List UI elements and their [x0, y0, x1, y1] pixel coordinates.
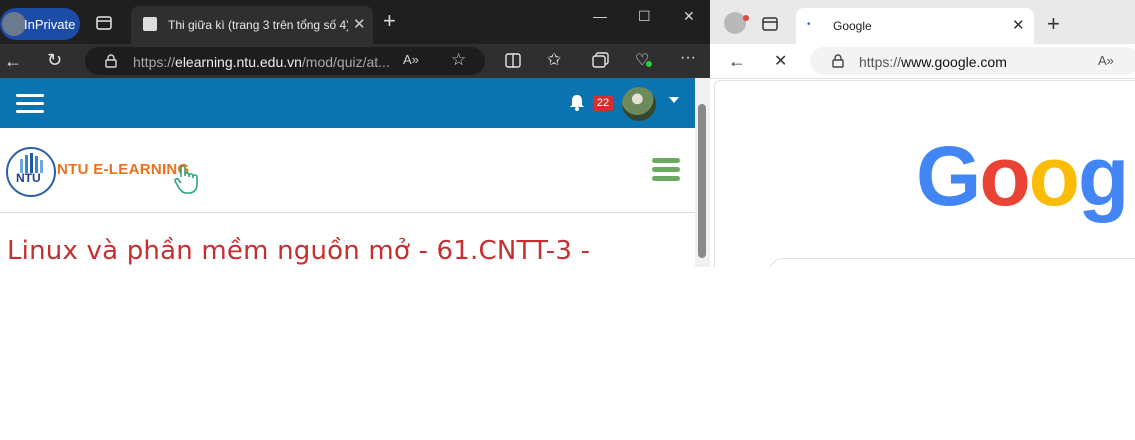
- favorites-icon[interactable]: ✩: [547, 50, 561, 70]
- more-icon[interactable]: ···: [680, 49, 696, 67]
- inprivate-label: InPrivate: [24, 17, 76, 32]
- site-logo-text[interactable]: NTU E-LEARNING: [57, 161, 190, 178]
- left-browser-window: InPrivate Thi giữa kì (trang 3 trên tổng…: [0, 0, 710, 267]
- address-url: https://elearning.ntu.edu.vn/mod/quiz/at…: [133, 54, 390, 70]
- stop-loading-icon[interactable]: ✕: [774, 51, 787, 71]
- scrollbar-thumb[interactable]: [698, 104, 706, 258]
- loading-spinner-icon: •: [807, 19, 811, 30]
- google-tab[interactable]: • Google ✕: [796, 8, 1034, 44]
- google-logo-letter: g: [1077, 129, 1129, 223]
- new-tab-button[interactable]: +: [383, 8, 396, 34]
- address-url: https://www.google.com: [859, 54, 1007, 70]
- minimize-icon[interactable]: —: [593, 8, 607, 24]
- back-icon[interactable]: ←: [728, 51, 746, 72]
- bell-icon[interactable]: [569, 94, 585, 116]
- status-dot-icon: [646, 61, 652, 67]
- site-header: [0, 78, 695, 128]
- close-window-icon[interactable]: ✕: [683, 8, 695, 25]
- read-aloud-icon[interactable]: A»: [1098, 53, 1114, 68]
- course-title: Linux và phần mềm nguồn mở - 61.CNTT-3 -: [7, 236, 591, 266]
- google-logo-letter: o: [979, 129, 1030, 223]
- google-search-box[interactable]: [768, 258, 1135, 267]
- split-screen-icon[interactable]: [505, 53, 521, 73]
- profile-avatar-icon: [2, 12, 26, 36]
- nav-drawer-icon[interactable]: [16, 94, 44, 114]
- read-aloud-icon[interactable]: A»: [403, 52, 419, 67]
- lock-icon[interactable]: [105, 54, 117, 73]
- address-bar[interactable]: https://www.google.com A»: [810, 47, 1135, 75]
- inprivate-button[interactable]: InPrivate: [0, 8, 80, 40]
- google-logo: Goog: [916, 128, 1129, 225]
- active-tab[interactable]: Thi giữa kì (trang 3 trên tổng số 4) ✕: [131, 6, 373, 44]
- back-icon[interactable]: ←: [4, 51, 22, 72]
- header-divider: [0, 212, 695, 213]
- google-logo-letter: o: [1028, 129, 1080, 223]
- tab-title: Thi giữa kì (trang 3 trên tổng số 4): [168, 18, 348, 32]
- lock-icon[interactable]: [832, 54, 844, 73]
- notification-badge: 22: [593, 96, 613, 111]
- maximize-icon[interactable]: ☐: [638, 8, 651, 25]
- address-bar[interactable]: https://elearning.ntu.edu.vn/mod/quiz/at…: [85, 47, 485, 75]
- user-menu-caret-icon[interactable]: [669, 97, 679, 103]
- tab-actions-icon[interactable]: [762, 17, 778, 36]
- pointer-hand-icon: [172, 163, 204, 200]
- google-logo-letter: G: [916, 129, 981, 223]
- close-tab-icon[interactable]: ✕: [353, 15, 366, 33]
- logo-badge-text: NTU: [16, 171, 41, 185]
- refresh-icon[interactable]: ↻: [47, 50, 62, 71]
- user-avatar[interactable]: [622, 87, 656, 121]
- favorite-star-icon[interactable]: ☆: [451, 50, 466, 70]
- new-tab-button[interactable]: +: [1047, 11, 1060, 37]
- right-browser-window: • Google ✕ + ← ✕ https://www.google.com …: [710, 0, 1135, 267]
- ntu-logo[interactable]: NTU: [6, 147, 56, 197]
- tab-title: Google: [833, 19, 872, 33]
- site-favicon-icon: [143, 17, 157, 31]
- course-menu-icon[interactable]: [652, 158, 680, 183]
- collections-icon[interactable]: [592, 52, 610, 73]
- tab-actions-icon[interactable]: [96, 16, 112, 35]
- profile-alert-dot-icon: [743, 15, 749, 21]
- close-tab-icon[interactable]: ✕: [1012, 16, 1025, 34]
- health-icon[interactable]: ♡: [635, 50, 649, 70]
